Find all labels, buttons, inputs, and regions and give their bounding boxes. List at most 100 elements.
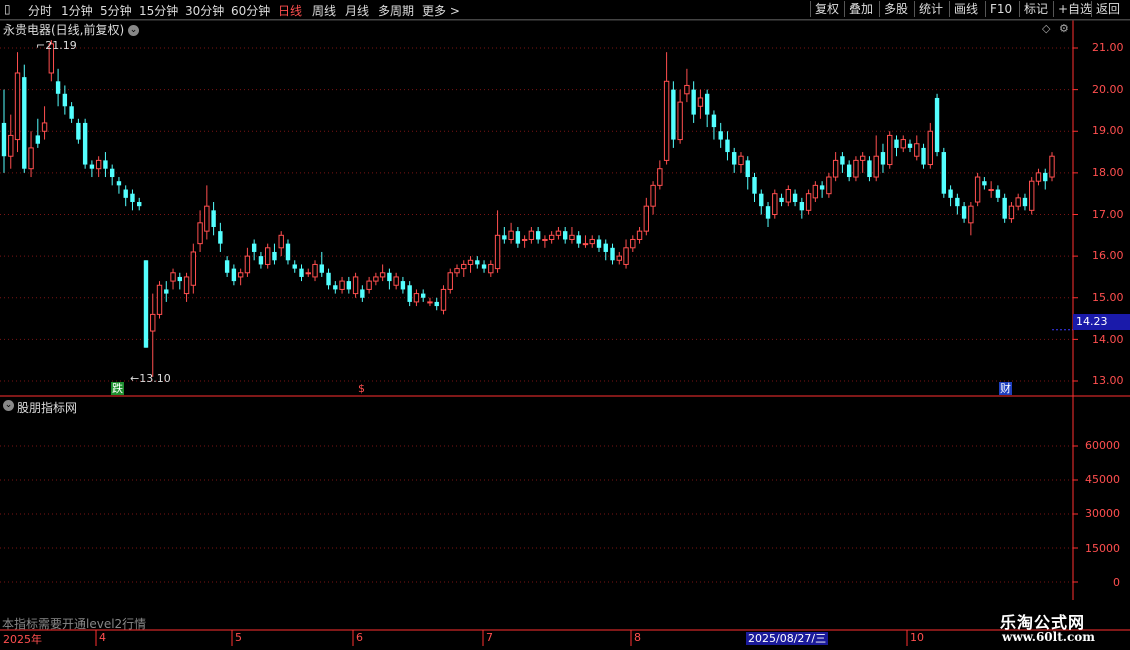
candle — [440, 285, 447, 315]
candle — [69, 102, 74, 123]
candle-body — [1002, 197, 1007, 219]
candle-body — [312, 263, 318, 278]
candle — [1043, 168, 1048, 190]
candle-body — [812, 184, 819, 199]
candle-body — [948, 189, 953, 198]
candle — [475, 256, 480, 269]
arrow-left-icon: ← — [130, 372, 140, 385]
candle-body — [603, 243, 608, 252]
indicator-name: 股朋指标网 — [17, 401, 78, 415]
candle-body — [204, 205, 210, 232]
candle-body — [103, 160, 108, 169]
candle — [887, 131, 893, 169]
settings-gear-icon[interactable]: ⚙ — [1059, 22, 1069, 35]
candle-body — [934, 97, 940, 153]
candle-body — [725, 139, 730, 153]
candle-body — [691, 89, 696, 115]
candle — [373, 272, 379, 286]
site-watermark: 乐淘公式网 www.60lt.com — [996, 609, 1130, 650]
dividend-marker[interactable]: $ — [357, 382, 366, 395]
candle-body — [974, 176, 981, 203]
candle-body — [170, 272, 176, 282]
candle — [218, 222, 223, 252]
candle — [725, 131, 730, 161]
diamond-icon[interactable]: ◇ — [1042, 22, 1050, 35]
candle — [772, 189, 778, 219]
volume-axis-label: 30000 — [1085, 507, 1120, 520]
date-month-label: 6 — [356, 631, 363, 644]
candle-body — [481, 264, 487, 269]
candle — [880, 143, 886, 173]
candle — [941, 147, 947, 198]
candle-body — [89, 164, 95, 169]
candle-body — [211, 210, 216, 227]
candle-body — [379, 272, 386, 278]
candle-body — [373, 276, 379, 282]
candle — [515, 226, 521, 248]
candle — [434, 297, 439, 311]
candle-body — [22, 77, 27, 169]
candle-body — [569, 234, 575, 240]
candle-body — [352, 276, 359, 295]
candle — [400, 276, 406, 294]
candle-body — [407, 285, 412, 302]
chevron-down-icon[interactable]: ⌄ — [3, 400, 14, 411]
candle — [305, 268, 311, 277]
candle-body — [636, 230, 643, 240]
candle-body — [955, 197, 960, 207]
candle — [231, 264, 237, 286]
candle-body — [264, 247, 271, 265]
candle — [542, 235, 548, 248]
candle — [413, 289, 420, 307]
candle-body — [237, 272, 244, 278]
chart-grid — [0, 47, 1073, 583]
candle — [393, 272, 399, 290]
candle-body — [299, 268, 304, 277]
candle — [657, 160, 663, 190]
candle — [82, 118, 88, 169]
volume-axis-label: 45000 — [1085, 473, 1120, 486]
candle-body — [251, 243, 257, 252]
drop-limit-marker[interactable]: 跌 — [111, 382, 124, 395]
candle — [1022, 193, 1028, 211]
candle — [488, 260, 494, 277]
candle-body — [333, 285, 338, 290]
candle-body — [900, 139, 906, 149]
candle — [55, 68, 61, 107]
candle-body — [137, 202, 142, 207]
candle — [859, 152, 866, 173]
candle-body — [650, 184, 656, 207]
candle-body — [447, 272, 453, 290]
candle — [691, 81, 696, 123]
finance-report-marker[interactable]: 财 — [999, 382, 1012, 395]
candle — [548, 231, 555, 244]
candle — [292, 260, 297, 273]
candle — [982, 177, 987, 190]
candle-body — [887, 134, 893, 166]
candle-body — [927, 130, 933, 166]
candle-body — [528, 230, 535, 240]
candle-body — [576, 235, 581, 244]
candle-body — [677, 101, 683, 141]
candle — [995, 185, 1001, 203]
candle — [156, 281, 163, 319]
candlestick-chart[interactable] — [0, 0, 1130, 650]
candle — [732, 147, 737, 173]
candle — [528, 226, 535, 244]
candle-body — [150, 313, 156, 332]
candle-body — [684, 84, 690, 95]
candle-body — [968, 205, 974, 224]
candle — [130, 189, 135, 211]
candle-body — [62, 93, 68, 107]
price-axis-label: 20.00 — [1092, 83, 1124, 96]
stock-title: 永贵电器(日线,前复权) — [3, 23, 125, 37]
candle-body — [961, 206, 967, 219]
chevron-down-icon[interactable]: ⌄ — [128, 25, 140, 36]
candle-body — [427, 301, 433, 304]
candle-body — [244, 255, 251, 274]
candle-body — [914, 143, 920, 157]
candle-body — [69, 106, 74, 119]
candle-body — [123, 189, 128, 198]
candle — [454, 264, 460, 277]
current-price-tag: 14.23 — [1073, 314, 1130, 330]
